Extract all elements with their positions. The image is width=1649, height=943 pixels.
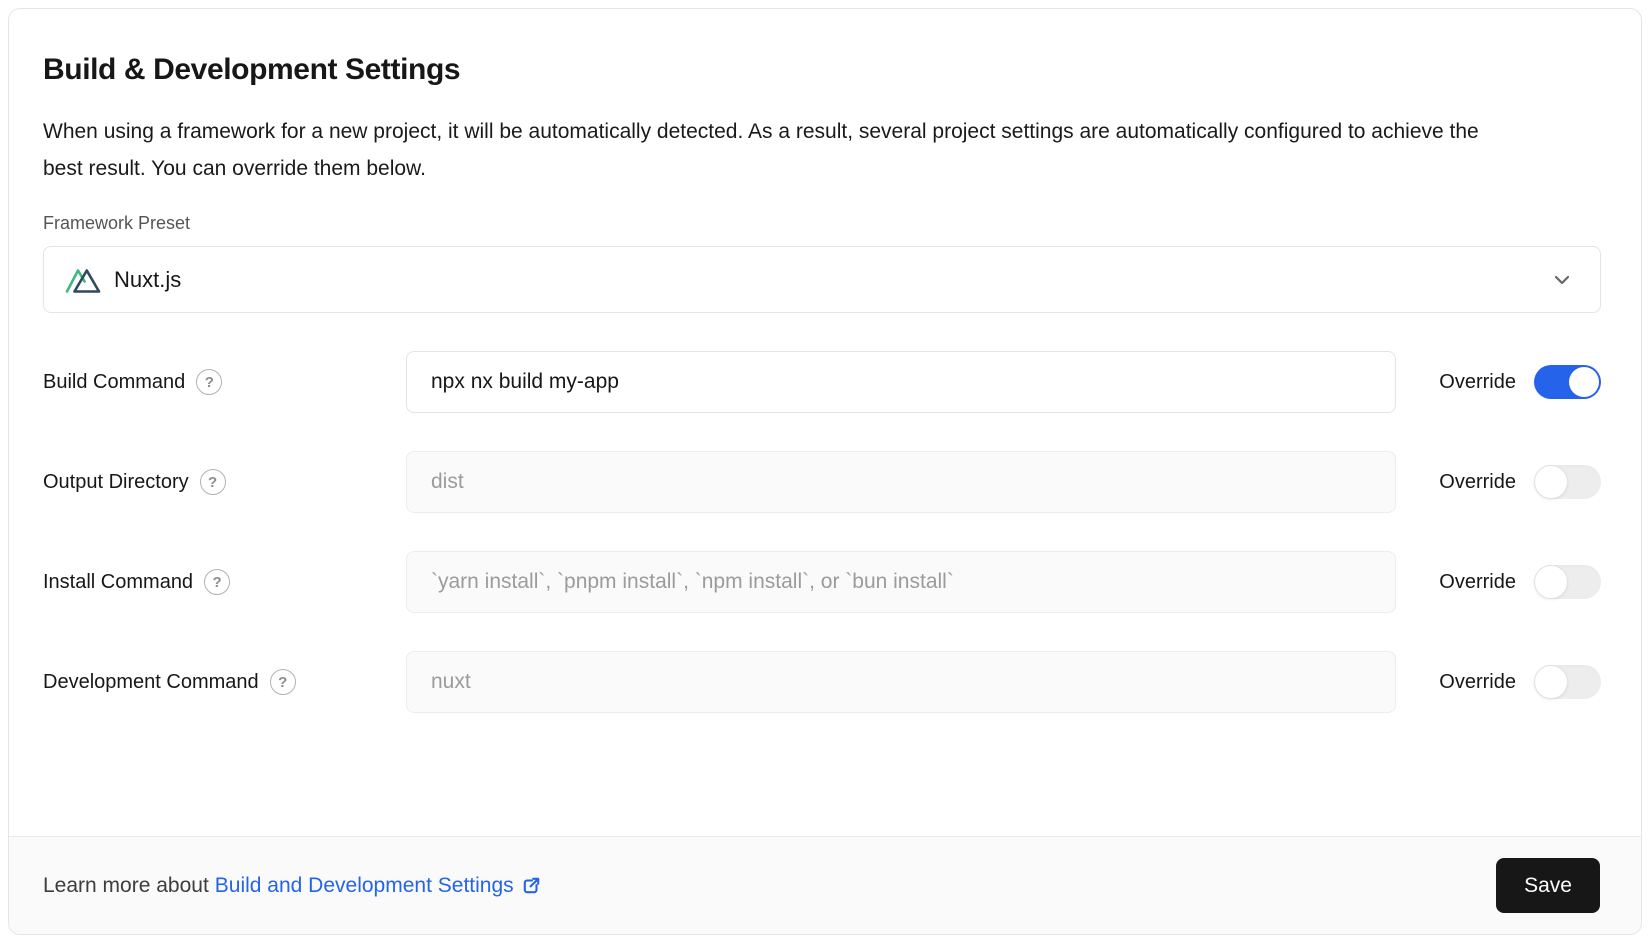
- output-directory-row: Output Directory ? Override: [43, 451, 1601, 513]
- card-content: Build & Development Settings When using …: [9, 9, 1641, 836]
- build-settings-card: Build & Development Settings When using …: [8, 8, 1642, 935]
- framework-preset-label: Framework Preset: [43, 213, 1601, 234]
- card-footer: Learn more about Build and Development S…: [9, 836, 1641, 934]
- override-label: Override: [1439, 671, 1516, 694]
- framework-preset-select[interactable]: Nuxt.js: [43, 246, 1601, 313]
- section-description: When using a framework for a new project…: [43, 113, 1488, 187]
- override-label: Override: [1439, 571, 1516, 594]
- row-label: Build Command: [43, 371, 185, 394]
- external-link-icon: [519, 874, 543, 898]
- override-toggle[interactable]: [1534, 665, 1601, 699]
- override-label: Override: [1439, 371, 1516, 394]
- output-directory-input: [406, 451, 1396, 513]
- toggle-knob: [1569, 367, 1599, 397]
- build-command-row: Build Command ? Override: [43, 351, 1601, 413]
- row-label: Output Directory: [43, 471, 189, 494]
- row-label: Install Command: [43, 571, 193, 594]
- toggle-knob: [1534, 665, 1568, 699]
- help-icon[interactable]: ?: [196, 369, 222, 395]
- help-icon[interactable]: ?: [200, 469, 226, 495]
- override-toggle[interactable]: [1534, 365, 1601, 399]
- help-icon[interactable]: ?: [270, 669, 296, 695]
- override-label: Override: [1439, 471, 1516, 494]
- chevron-down-icon: [1548, 266, 1576, 294]
- development-command-input: [406, 651, 1396, 713]
- toggle-knob: [1534, 565, 1568, 599]
- override-toggle[interactable]: [1534, 565, 1601, 599]
- build-command-input[interactable]: [406, 351, 1396, 413]
- settings-rows: Build Command ? Override Output Director…: [43, 351, 1601, 713]
- install-command-row: Install Command ? Override: [43, 551, 1601, 613]
- framework-preset-value: Nuxt.js: [114, 267, 1548, 293]
- help-icon[interactable]: ?: [204, 569, 230, 595]
- development-command-row: Development Command ? Override: [43, 651, 1601, 713]
- learn-more-text: Learn more about Build and Development S…: [43, 874, 543, 898]
- build-dev-settings-link[interactable]: Build and Development Settings: [215, 874, 514, 898]
- page-title: Build & Development Settings: [43, 53, 1601, 87]
- save-button[interactable]: Save: [1496, 858, 1600, 913]
- row-label: Development Command: [43, 671, 259, 694]
- install-command-input: [406, 551, 1396, 613]
- learn-more-prefix: Learn more about: [43, 874, 209, 898]
- override-toggle[interactable]: [1534, 465, 1601, 499]
- nuxt-logo-icon: [65, 264, 101, 295]
- toggle-knob: [1534, 465, 1568, 499]
